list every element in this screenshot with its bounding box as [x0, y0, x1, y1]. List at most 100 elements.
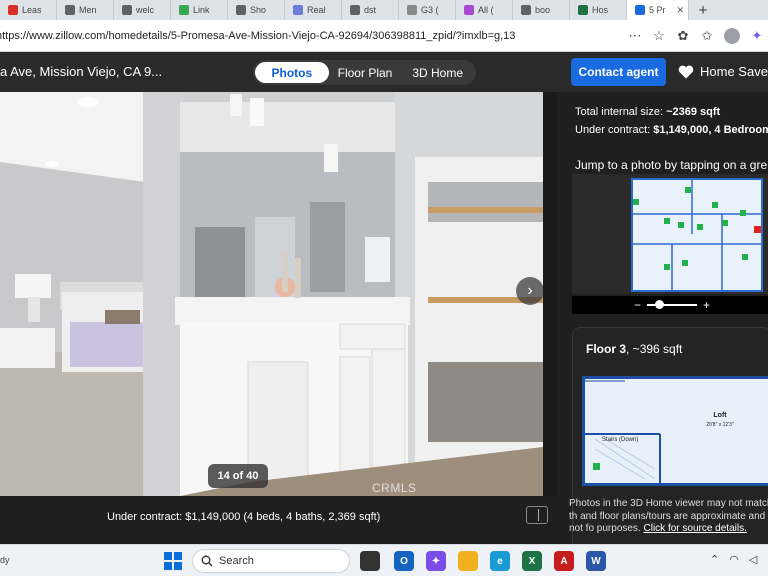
task-view-icon[interactable] — [360, 551, 380, 571]
new-tab-button[interactable]: + — [689, 0, 717, 20]
floor-title: Floor 3, ~396 sqft — [586, 342, 682, 356]
bold-b-icon — [65, 5, 75, 15]
favorite-star-icon[interactable]: ☆ — [652, 28, 666, 43]
contract-value: $1,149,000, 4 Bedrooms — [653, 124, 768, 136]
chevron-up-icon[interactable]: ⌃ — [710, 553, 719, 566]
pdf-icon — [8, 5, 18, 15]
floor-plan-thumbnail[interactable] — [572, 174, 768, 294]
view-switcher: Photos Floor Plan 3D Home — [253, 60, 476, 85]
browser-tab-label: Sho — [250, 5, 267, 15]
search-icon — [201, 555, 213, 567]
source-details-link[interactable]: Click for source details. — [644, 523, 747, 534]
close-tab-icon[interactable]: ✕ — [676, 5, 684, 16]
outlook-icon[interactable]: O — [394, 551, 414, 571]
listing-address: a Ave, Mission Viejo, CA 9... — [0, 64, 163, 79]
profile-avatar[interactable] — [724, 28, 740, 44]
file-explorer-icon[interactable] — [458, 551, 478, 571]
zoom-out-button[interactable]: − — [634, 298, 641, 312]
toggle-panel-icon[interactable] — [526, 506, 548, 524]
home-saved-button[interactable]: Home Saved — [678, 64, 768, 79]
photo-counter: 14 of 40 — [208, 464, 268, 488]
status-text: dy — [0, 555, 10, 565]
zoom-in-button[interactable]: + — [703, 298, 710, 312]
address-bar[interactable]: https://www.zillow.com/homedetails/5-Pro… — [0, 20, 768, 52]
tab-floor-plan[interactable]: Floor Plan — [329, 62, 402, 83]
browser-tab[interactable]: Men — [57, 0, 114, 20]
windows-taskbar: dy Search O ✦ e X A W ⌃ ◠ ◁ — [0, 544, 768, 576]
browser-tab[interactable]: dst — [342, 0, 399, 20]
tab-photos[interactable]: Photos — [255, 62, 329, 83]
browser-tab[interactable]: Real — [285, 0, 342, 20]
floor-plan-minimap — [572, 174, 768, 294]
browser-tab[interactable]: Leas — [0, 0, 57, 20]
browser-tab[interactable]: G3 ( — [399, 0, 456, 20]
floor-plan-image[interactable]: Loft 20'8" x 12'3" Stairs (Down) — [582, 376, 768, 486]
floor-plan-panel: Total internal size: ~2369 sqft Under co… — [557, 92, 768, 544]
search-placeholder: Search — [219, 555, 254, 567]
browser-tab[interactable]: welc — [114, 0, 171, 20]
zillow-icon — [635, 5, 645, 15]
url-text[interactable]: https://www.zillow.com/homedetails/5-Pro… — [0, 30, 515, 42]
floor-name: Floor 3 — [586, 342, 627, 356]
panel-divider — [543, 92, 557, 496]
floor-3-plan: Loft 20'8" x 12'3" Stairs (Down) — [585, 379, 768, 483]
browser-tab-label: Leas — [22, 5, 42, 15]
copilot-icon[interactable]: ✦ — [750, 28, 764, 43]
plan-loft-dims: 20'8" x 12'3" — [706, 422, 734, 428]
browser-tab-label: G3 ( — [421, 5, 439, 15]
heart-icon — [678, 65, 694, 78]
excel-icon — [578, 5, 588, 15]
extensions-icon[interactable]: ✿ — [676, 28, 690, 43]
home-saved-label: Home Saved — [700, 64, 768, 79]
bathroom-photo — [0, 92, 543, 496]
word-icon[interactable]: W — [586, 551, 606, 571]
edge-icon[interactable]: e — [490, 551, 510, 571]
g3-icon — [407, 5, 417, 15]
photo-caption-bar: Under contract: $1,149,000 (4 beds, 4 ba… — [0, 496, 557, 540]
search-icon — [521, 5, 531, 15]
browser-tab[interactable]: All ( — [456, 0, 513, 20]
browser-tab[interactable]: Sho — [228, 0, 285, 20]
browser-tab-label: Hos — [592, 5, 609, 15]
listing-photo[interactable]: › — [0, 92, 543, 496]
zoom-slider[interactable] — [647, 300, 697, 309]
wifi-icon[interactable]: ◠ — [729, 553, 739, 566]
more-options-icon[interactable]: ⋯ — [628, 28, 642, 43]
windows-start-icon[interactable] — [164, 552, 182, 570]
tab-3d-home[interactable]: 3D Home — [401, 62, 474, 83]
browser-tab-active[interactable]: 5 Pr ✕ — [627, 0, 689, 20]
excel-icon[interactable]: X — [522, 551, 542, 571]
total-size-line: Total internal size: ~2369 sqft — [575, 106, 720, 118]
zoom-control[interactable]: − + — [572, 296, 768, 314]
viewer-disclaimer: Photos in the 3D Home viewer may not mat… — [569, 498, 768, 536]
plan-stairs-label: Stairs (Down) — [602, 437, 638, 443]
next-photo-button[interactable]: › — [516, 277, 543, 305]
volume-icon[interactable]: ◁ — [749, 553, 757, 566]
browser-tab[interactable]: boo — [513, 0, 570, 20]
zoom-slider-handle[interactable] — [655, 300, 664, 309]
taskbar-search[interactable]: Search — [192, 549, 350, 573]
browser-tab-label: boo — [535, 5, 551, 15]
jump-to-photo-hint: Jump to a photo by tapping on a gre — [575, 158, 768, 172]
browser-tab-label: dst — [364, 5, 377, 15]
total-size-value: ~2369 sqft — [666, 106, 721, 118]
photo-watermark: CRMLS — [372, 481, 417, 495]
floor-size: , ~396 sqft — [626, 342, 683, 356]
contract-line: Under contract: $1,149,000, 4 Bedrooms — [575, 124, 768, 136]
copilot-taskbar-icon[interactable]: ✦ — [426, 551, 446, 571]
browser-tab[interactable]: Hos — [570, 0, 627, 20]
browser-tab-label: welc — [136, 5, 155, 15]
contact-agent-button[interactable]: Contact agent — [571, 58, 666, 86]
browser-tab[interactable]: Link — [171, 0, 228, 20]
doc-icon — [236, 5, 246, 15]
search-icon — [122, 5, 132, 15]
listing-header: a Ave, Mission Viejo, CA 9... Photos Flo… — [0, 52, 768, 92]
favorites-bar-icon[interactable]: ✩ — [700, 28, 714, 43]
acrobat-icon[interactable]: A — [554, 551, 574, 571]
address-bar-actions: ⋯ ☆ ✿ ✩ ✦ — [628, 20, 768, 52]
realtor-icon — [293, 5, 303, 15]
system-tray: ⌃ ◠ ◁ — [710, 553, 757, 566]
browser-tab-strip: Leas Men welc Link Sho Real dst G3 ( All ( boo Hos… — [0, 0, 768, 20]
browser-tab-label: Link — [193, 5, 210, 15]
photo-caption: Under contract: $1,149,000 (4 beds, 4 ba… — [107, 511, 381, 523]
